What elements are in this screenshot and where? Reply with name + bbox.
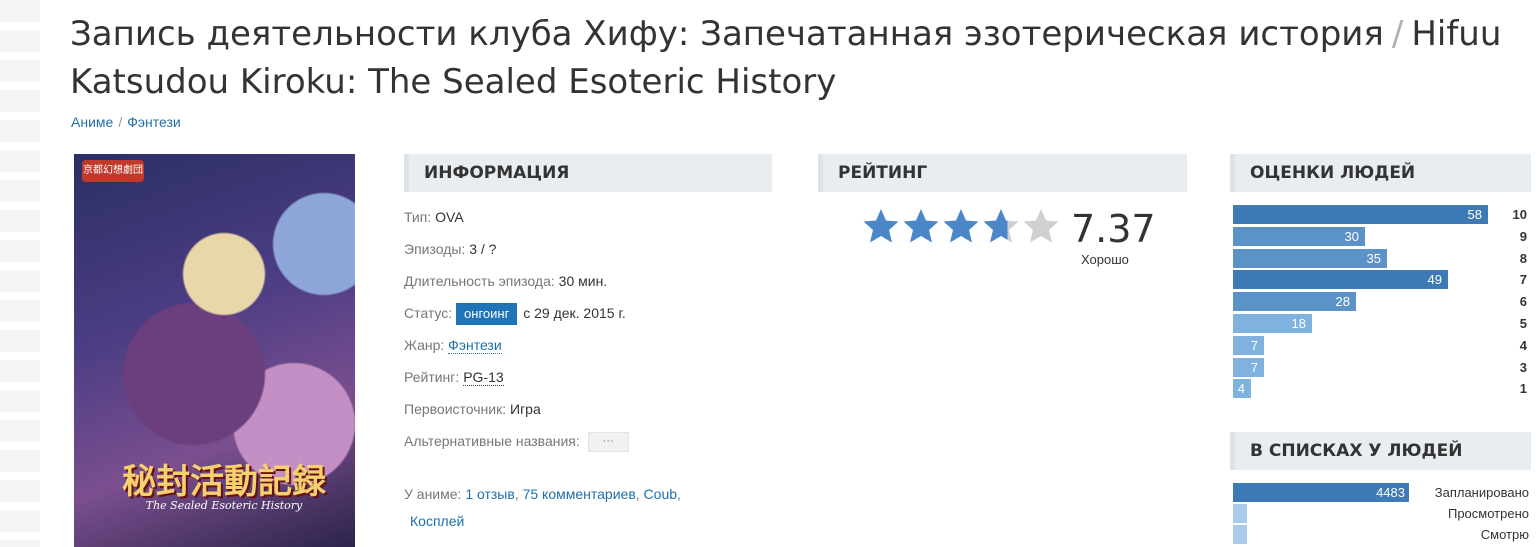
status-badge: онгоинг xyxy=(456,303,518,325)
score-row: 18 5 xyxy=(1233,313,1533,335)
score-row: 58 10 xyxy=(1233,204,1533,226)
score-label: 7 xyxy=(1519,272,1527,288)
page-title: Запись деятельности клуба Хифу: Запечата… xyxy=(70,10,1539,106)
star-icon xyxy=(863,209,899,243)
list-label: Запланировано xyxy=(1434,485,1529,500)
status-label: Статус: xyxy=(404,305,453,321)
genre-link[interactable]: Фэнтези xyxy=(448,337,502,354)
poster-title: 秘封活動記録 xyxy=(122,462,326,502)
score-row: 73 xyxy=(1233,357,1533,379)
score-label: 8 xyxy=(1519,250,1527,266)
age-rating-link[interactable]: PG-13 xyxy=(463,369,504,386)
score-label: 9 xyxy=(1519,228,1527,244)
breadcrumb-fantasy[interactable]: Фэнтези xyxy=(127,114,181,130)
type-label: Тип: xyxy=(404,209,432,225)
list-row: Просмотрено xyxy=(1233,503,1533,524)
info-duration-row: Длительность эпизода: 30 мин. xyxy=(404,269,784,301)
breadcrumb-separator: / xyxy=(118,114,123,130)
rating-heading: РЕЙТИНГ xyxy=(818,154,1187,192)
title-separator: / xyxy=(1391,14,1404,54)
score-bar: 18 xyxy=(1233,313,1312,333)
score-bar: 35 xyxy=(1233,248,1387,268)
breadcrumb: Аниме / Фэнтези xyxy=(71,114,181,130)
star-icon xyxy=(1023,209,1059,243)
list-row: Смотрю xyxy=(1233,524,1533,545)
duration-value: 30 мин. xyxy=(558,273,608,289)
info-block: Тип: OVA Эпизоды: 3 / ? Длительность эпи… xyxy=(404,205,784,461)
poster-subtitle: The Sealed Esoteric History xyxy=(145,499,303,512)
score-label: 10 xyxy=(1512,207,1527,222)
score-bar: 49 xyxy=(1233,270,1448,290)
rating-value: 7.37 xyxy=(1071,207,1156,251)
score-bar: 28 xyxy=(1233,292,1356,312)
alt-names-label: Альтернативные названия: xyxy=(404,433,580,449)
score-bar: 7 xyxy=(1233,335,1264,355)
episodes-label: Эпизоды: xyxy=(404,241,466,257)
score-row: 49 7 xyxy=(1233,269,1533,291)
info-heading: ИНФОРМАЦИЯ xyxy=(404,154,772,192)
info-source-row: Первоисточник: Игра xyxy=(404,397,784,429)
score-label: 4 xyxy=(1519,337,1527,353)
info-status-row: Статус: онгоинг с 29 дек. 2015 г. xyxy=(404,301,784,333)
score-bar: 4 xyxy=(1233,379,1251,399)
genre-label: Жанр: xyxy=(404,337,445,353)
score-row: 41 xyxy=(1233,378,1533,400)
comma-separator: , xyxy=(635,486,644,502)
rating-label: Рейтинг: xyxy=(404,369,460,385)
about-links: У аниме: 1 отзыв, 75 комментариев, Coub,… xyxy=(404,481,764,535)
coub-link[interactable]: Coub xyxy=(644,486,677,502)
info-alt-names-row: Альтернативные названия: ··· xyxy=(404,429,784,461)
star-icon xyxy=(943,209,979,243)
scores-heading: ОЦЕНКИ ЛЮДЕЙ xyxy=(1230,154,1531,192)
episodes-value: 3 / ? xyxy=(469,241,497,257)
list-label: Просмотрено xyxy=(1447,506,1529,521)
info-episodes-row: Эпизоды: 3 / ? xyxy=(404,237,784,269)
breadcrumb-anime[interactable]: Аниме xyxy=(71,114,113,130)
score-bar: 58 xyxy=(1233,205,1488,224)
score-bar: 30 xyxy=(1233,226,1365,246)
lists-histogram: 4483 Запланировано Просмотрено Смотрю xyxy=(1233,482,1533,545)
alt-names-expand-button[interactable]: ··· xyxy=(587,432,629,453)
score-row: 28 6 xyxy=(1233,291,1533,313)
star-icon xyxy=(983,209,1019,243)
list-label: Смотрю xyxy=(1480,527,1529,542)
star-icon xyxy=(903,209,939,243)
score-label: 1 xyxy=(1519,381,1527,397)
score-bar: 7 xyxy=(1233,357,1264,377)
scores-histogram: 58 10 30 9 35 8 49 7 28 6 18 5 7 4 7 3 4 1 xyxy=(1233,204,1533,400)
anime-poster[interactable]: 京都幻想劇団 秘封活動記録 The Sealed Esoteric Histor… xyxy=(74,154,355,547)
comma-separator: , xyxy=(514,486,523,502)
score-row: 35 8 xyxy=(1233,248,1533,270)
type-value: OVA xyxy=(435,209,464,225)
info-type-row: Тип: OVA xyxy=(404,205,784,237)
score-label: 3 xyxy=(1519,359,1527,375)
list-bar: 4483 xyxy=(1233,483,1409,502)
poster-logo: 京都幻想劇団 xyxy=(82,160,144,182)
comma-separator: , xyxy=(677,486,681,502)
title-russian: Запись деятельности клуба Хифу: Запечата… xyxy=(70,14,1384,54)
status-date: с 29 дек. 2015 г. xyxy=(523,305,626,321)
score-row: 30 9 xyxy=(1233,226,1533,248)
source-value: Игра xyxy=(510,401,541,417)
info-genre-row: Жанр: Фэнтези xyxy=(404,333,784,365)
reviews-link[interactable]: 1 отзыв xyxy=(465,486,515,502)
list-bar xyxy=(1233,504,1247,523)
cosplay-link[interactable]: Косплей xyxy=(410,513,464,529)
list-bar xyxy=(1233,525,1247,544)
source-label: Первоисточник: xyxy=(404,401,507,417)
list-row: 4483 Запланировано xyxy=(1233,482,1533,503)
side-decoration xyxy=(0,0,40,547)
duration-label: Длительность эпизода: xyxy=(404,273,555,289)
score-label: 5 xyxy=(1519,315,1527,331)
comments-link[interactable]: 75 комментариев xyxy=(523,486,636,502)
info-rating-row: Рейтинг: PG-13 xyxy=(404,365,784,397)
lists-heading: В СПИСКАХ У ЛЮДЕЙ xyxy=(1230,432,1531,470)
score-row: 74 xyxy=(1233,335,1533,357)
about-label: У аниме: xyxy=(404,486,462,502)
rating-text: Хорошо xyxy=(1081,252,1129,267)
score-label: 6 xyxy=(1519,294,1527,310)
